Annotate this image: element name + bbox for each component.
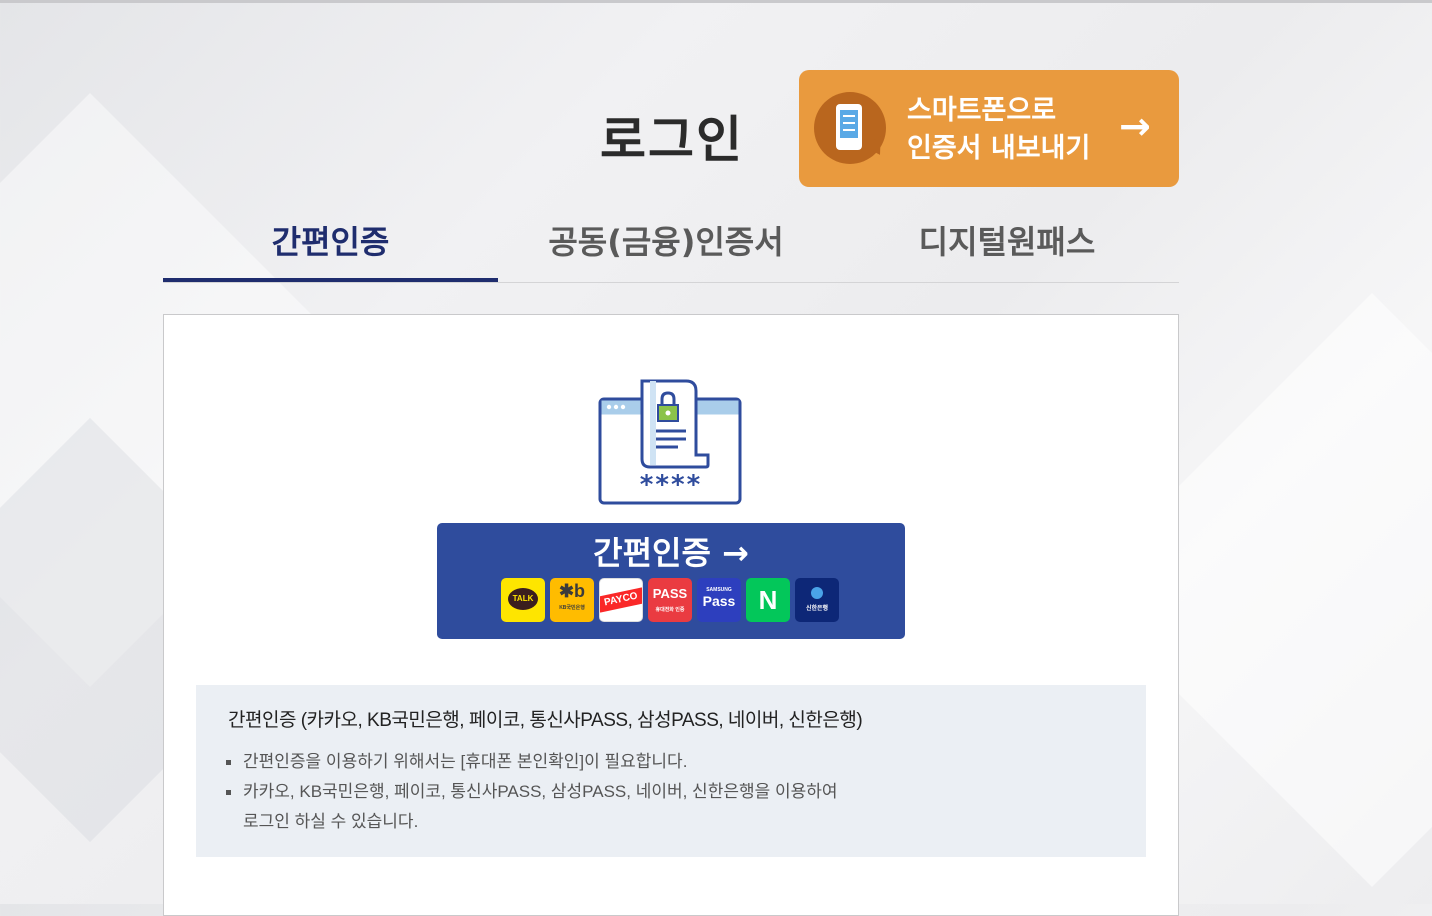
export-certificate-button[interactable]: 스마트폰으로 인증서 내보내기 → bbox=[799, 70, 1179, 187]
tab-simple-auth[interactable]: 간편인증 bbox=[163, 212, 498, 282]
arrow-right-icon: → bbox=[1119, 104, 1151, 148]
tab-joint-certificate[interactable]: 공동(금융)인증서 bbox=[498, 212, 834, 278]
list-item-continuation: 로그인 하실 수 있습니다. bbox=[243, 812, 419, 831]
certificate-lock-icon: **** bbox=[598, 379, 742, 505]
tab-digital-onepass[interactable]: 디지털원패스 bbox=[835, 212, 1179, 278]
info-list: 간편인증을 이용하기 위해서는 [휴대폰 본인확인]이 필요합니다. 카카오, … bbox=[226, 747, 838, 837]
arrow-right-icon: → bbox=[722, 534, 749, 572]
kakao-logo-icon: TALK bbox=[501, 578, 545, 622]
payco-logo-icon: PAYCO bbox=[599, 578, 643, 622]
info-box: 간편인증 (카카오, KB국민은행, 페이코, 통신사PASS, 삼성PASS,… bbox=[196, 685, 1146, 857]
samsung-pass-logo-icon: SAMSUNG Pass bbox=[697, 578, 741, 622]
smartphone-icon bbox=[814, 92, 889, 164]
login-tabs: 간편인증 공동(금융)인증서 디지털원패스 bbox=[163, 212, 1179, 283]
naver-logo-icon: N bbox=[746, 578, 790, 622]
login-panel: **** 간편인증 → TALK ✱b KB국민은행 PAYCO PASS 휴대전화… bbox=[163, 314, 1179, 916]
list-item: 카카오, KB국민은행, 페이코, 통신사PASS, 삼성PASS, 네이버, … bbox=[226, 777, 838, 807]
page-title: 로그인 bbox=[600, 111, 744, 169]
top-border bbox=[0, 0, 1432, 3]
export-certificate-label: 스마트폰으로 인증서 내보내기 bbox=[907, 95, 1091, 164]
simple-auth-label: 간편인증 → bbox=[593, 534, 749, 572]
list-item: 간편인증을 이용하기 위해서는 [휴대폰 본인확인]이 필요합니다. bbox=[226, 747, 838, 777]
info-title: 간편인증 (카카오, KB국민은행, 페이코, 통신사PASS, 삼성PASS,… bbox=[228, 710, 863, 731]
simple-auth-button[interactable]: 간편인증 → TALK ✱b KB국민은행 PAYCO PASS 휴대전화 인증 S… bbox=[437, 523, 905, 639]
shinhan-logo-icon: 신한은행 bbox=[795, 578, 839, 622]
kb-logo-icon: ✱b KB국민은행 bbox=[550, 578, 594, 622]
pass-logo-icon: PASS 휴대전화 인증 bbox=[648, 578, 692, 622]
masked-password: **** bbox=[639, 470, 702, 500]
